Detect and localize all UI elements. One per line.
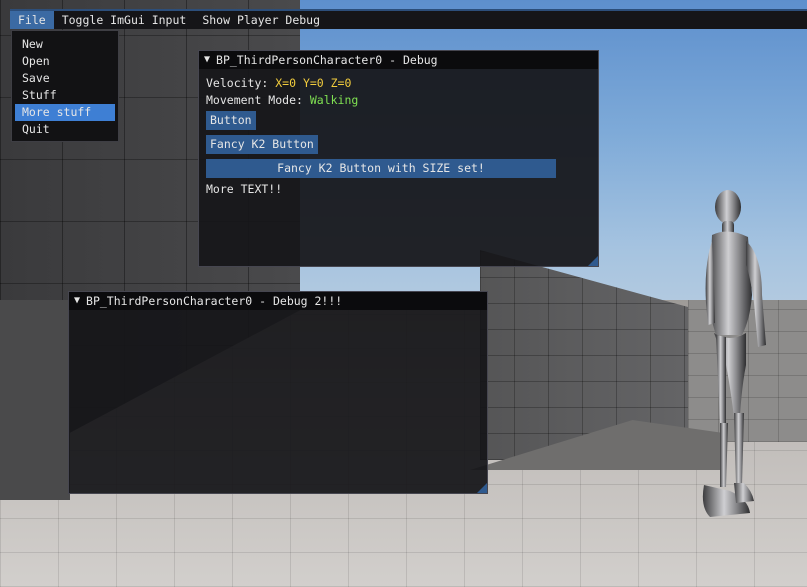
debug-window-title-bar[interactable]: ▼ BP_ThirdPersonCharacter0 - Debug xyxy=(199,51,598,69)
velocity-label: Velocity: xyxy=(206,76,276,90)
button[interactable]: Button xyxy=(206,111,256,130)
menu-item-stuff[interactable]: Stuff xyxy=(15,87,115,104)
velocity-value: X=0 Y=0 Z=0 xyxy=(275,76,352,90)
file-menu-dropdown: New Open Save Stuff More stuff Quit xyxy=(11,30,119,142)
debug-window-body: Velocity: X=0 Y=0 Z=0 Movement Mode: Wal… xyxy=(199,69,598,204)
menu-item-open[interactable]: Open xyxy=(15,53,115,70)
velocity-row: Velocity: X=0 Y=0 Z=0 xyxy=(206,75,591,92)
debug-window-2-title-bar[interactable]: ▼ BP_ThirdPersonCharacter0 - Debug 2!!! xyxy=(69,292,487,310)
movement-mode-value: Walking xyxy=(309,93,359,107)
movement-mode-label: Movement Mode: xyxy=(206,93,310,107)
floor-shadow xyxy=(0,300,70,500)
fancy-k2-button[interactable]: Fancy K2 Button xyxy=(206,135,318,154)
mannequin-character xyxy=(702,190,766,517)
menu-item-more-stuff[interactable]: More stuff xyxy=(15,104,115,121)
triangle-down-icon[interactable]: ▼ xyxy=(74,292,80,310)
main-menu-bar: File Toggle ImGui Input Show Player Debu… xyxy=(10,9,807,29)
resize-grip-icon[interactable] xyxy=(477,483,487,493)
menu-item-quit[interactable]: Quit xyxy=(15,121,115,138)
menu-item-save[interactable]: Save xyxy=(15,70,115,87)
menu-toggle-imgui-input[interactable]: Toggle ImGui Input xyxy=(54,11,195,29)
fancy-k2-sized-button[interactable]: Fancy K2 Button with SIZE set! xyxy=(206,159,556,178)
more-text: More TEXT!! xyxy=(206,182,283,196)
debug-window[interactable]: ▼ BP_ThirdPersonCharacter0 - Debug Veloc… xyxy=(198,50,599,267)
resize-grip-icon[interactable] xyxy=(588,256,598,266)
menu-file[interactable]: File xyxy=(10,11,54,29)
debug-window-2-title: BP_ThirdPersonCharacter0 - Debug 2!!! xyxy=(86,294,343,308)
movement-mode-row: Movement Mode: Walking xyxy=(206,92,591,109)
debug-window-2-body xyxy=(69,310,487,322)
debug-window-title: BP_ThirdPersonCharacter0 - Debug xyxy=(216,53,438,67)
menu-item-new[interactable]: New xyxy=(15,36,115,53)
triangle-down-icon[interactable]: ▼ xyxy=(204,51,210,69)
menu-show-player-debug[interactable]: Show Player Debug xyxy=(194,11,328,29)
debug-window-2[interactable]: ▼ BP_ThirdPersonCharacter0 - Debug 2!!! xyxy=(68,291,488,494)
